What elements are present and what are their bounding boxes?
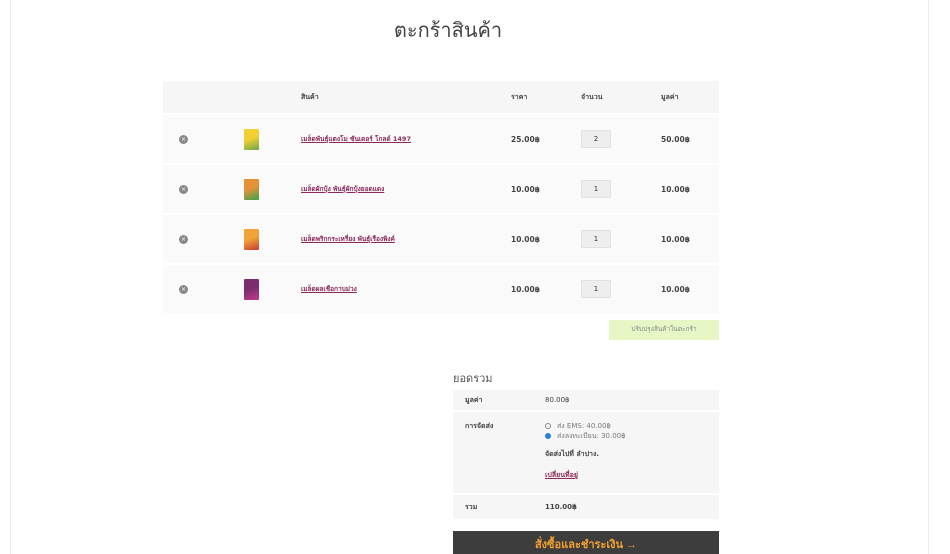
product-thumbnail[interactable]: [244, 178, 259, 200]
remove-item-icon[interactable]: ×: [179, 185, 188, 194]
cart-row: × เมล็ดพันธุ์แตงโม ซันเดอร์ โกลด์ 1497 2…: [163, 113, 719, 163]
shipping-option[interactable]: ส่ง EMS: 40.00฿: [545, 421, 719, 431]
remove-item-icon[interactable]: ×: [179, 235, 188, 244]
totals-subtotal-row: มูลค่า 80.00฿: [453, 388, 719, 410]
cart-table: สินค้า ราคา จำนวน มูลค่า × เมล็ดพันธุ์แต…: [163, 81, 719, 313]
product-subtotal: 10.00฿: [661, 184, 690, 194]
shipping-label: การจัดส่ง: [465, 422, 494, 430]
shipping-option-label: ส่งลงทะเบียน: 30.00฿: [557, 431, 626, 440]
subtotal-label: มูลค่า: [465, 395, 483, 404]
product-link[interactable]: เมล็ดผักบุ้ง พันธุ์ผักบุ้งยอดแดง: [301, 185, 384, 193]
page-right-border: [928, 0, 929, 554]
page-title: ตะกร้าสินค้า: [393, 18, 503, 42]
header-quantity: จำนวน: [581, 92, 603, 101]
product-link[interactable]: เมล็ดพริกกระเหรี่ยง พันธุ์เรืองพิงค์: [301, 235, 395, 243]
cart-row: × เมล็ดผลเชือกาบม่วง 10.00฿ 1 10.00฿: [163, 263, 719, 313]
product-link[interactable]: เมล็ดพันธุ์แตงโม ซันเดอร์ โกลด์ 1497: [301, 135, 411, 143]
cart-row: × เมล็ดผักบุ้ง พันธุ์ผักบุ้งยอดแดง 10.00…: [163, 163, 719, 213]
remove-item-icon[interactable]: ×: [179, 285, 188, 294]
quantity-input[interactable]: 2: [581, 130, 611, 148]
header-product: สินค้า: [301, 92, 319, 101]
radio-unselected-icon[interactable]: [545, 423, 551, 429]
change-address-link[interactable]: เปลี่ยนที่อยู่: [545, 470, 578, 481]
cart-totals-table: มูลค่า 80.00฿ การจัดส่ง ส่ง EMS: 40.00฿ …: [453, 388, 719, 519]
radio-selected-icon[interactable]: [545, 433, 551, 439]
quantity-input[interactable]: 1: [581, 280, 611, 298]
shipping-option[interactable]: ส่งลงทะเบียน: 30.00฿: [545, 431, 719, 441]
total-label: รวม: [465, 502, 478, 511]
totals-shipping-row: การจัดส่ง ส่ง EMS: 40.00฿ ส่งลงทะเบียน: …: [453, 410, 719, 493]
checkout-button[interactable]: สั่งซื้อและชำระเงิน →: [453, 531, 719, 554]
ship-to-text: จัดส่งไปที่ ลำปาง.: [545, 450, 600, 458]
product-thumbnail[interactable]: [244, 228, 259, 250]
product-subtotal: 10.00฿: [661, 284, 690, 294]
cart-row: × เมล็ดพริกกระเหรี่ยง พันธุ์เรืองพิงค์ 1…: [163, 213, 719, 263]
product-subtotal: 50.00฿: [661, 134, 690, 144]
cart-table-header: สินค้า ราคา จำนวน มูลค่า: [163, 81, 719, 113]
product-price: 10.00฿: [511, 234, 540, 244]
product-price: 25.00฿: [511, 134, 540, 144]
product-price: 10.00฿: [511, 284, 540, 294]
product-thumbnail[interactable]: [244, 278, 259, 300]
header-subtotal: มูลค่า: [661, 92, 679, 101]
product-thumbnail[interactable]: [244, 128, 259, 150]
quantity-input[interactable]: 1: [581, 180, 611, 198]
product-link[interactable]: เมล็ดผลเชือกาบม่วง: [301, 285, 357, 293]
product-price: 10.00฿: [511, 184, 540, 194]
totals-total-row: รวม 110.00฿: [453, 493, 719, 519]
product-subtotal: 10.00฿: [661, 234, 690, 244]
page-left-border: [10, 0, 11, 554]
remove-item-icon[interactable]: ×: [179, 135, 188, 144]
header-price: ราคา: [511, 92, 528, 101]
cart-totals-title: ยอดรวม: [453, 372, 493, 385]
quantity-input[interactable]: 1: [581, 230, 611, 248]
update-cart-button[interactable]: ปรับปรุงสินค้าในตะกร้า: [609, 320, 719, 340]
total-value: 110.00฿: [545, 503, 577, 511]
subtotal-value: 80.00฿: [545, 396, 570, 404]
